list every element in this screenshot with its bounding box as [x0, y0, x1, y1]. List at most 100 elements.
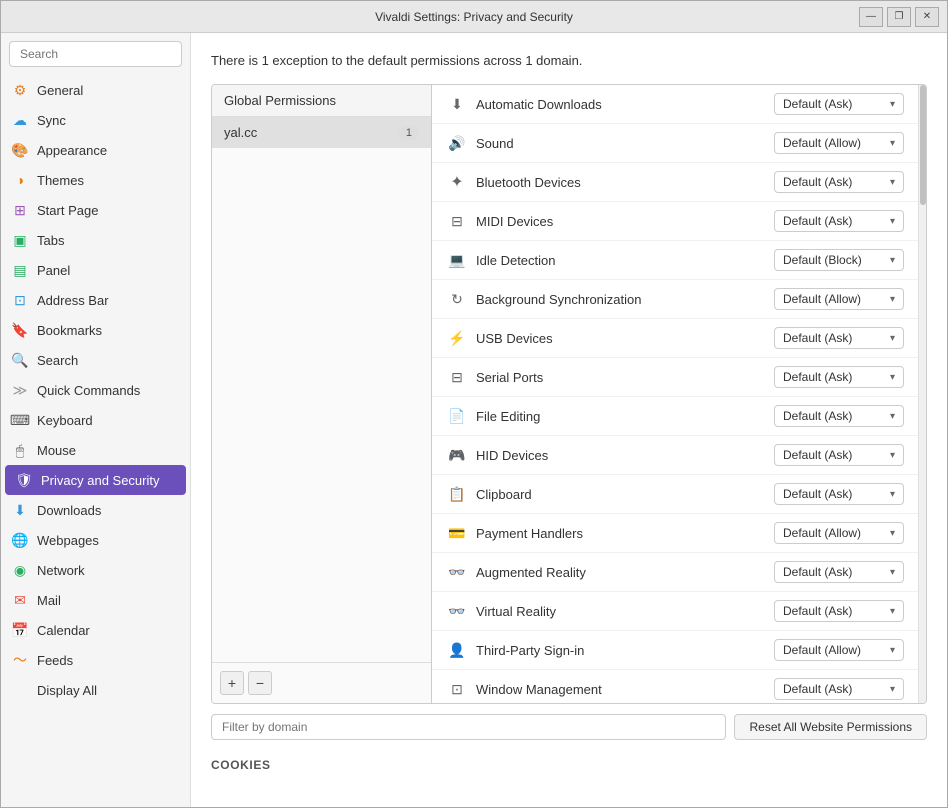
perm-label-clipboard: Clipboard: [476, 487, 774, 502]
perm-dropdown-payment[interactable]: Default (Allow) ▾: [774, 522, 904, 544]
search-icon: 🔍: [11, 351, 29, 369]
perm-label-auto-downloads: Automatic Downloads: [476, 97, 774, 112]
perm-dropdown-third-party-signin[interactable]: Default (Allow) ▾: [774, 639, 904, 661]
bookmarks-icon: 🔖: [11, 321, 29, 339]
perm-row-bluetooth: ✦ Bluetooth Devices Default (Ask) ▾: [432, 163, 918, 202]
perm-dropdown-midi[interactable]: Default (Ask) ▾: [774, 210, 904, 232]
sidebar-item-sync[interactable]: ☁ Sync: [1, 105, 190, 135]
sidebar-item-label: Tabs: [37, 233, 64, 248]
file-editing-icon: 📄: [446, 408, 468, 425]
network-icon: ◉: [11, 561, 29, 579]
perm-row-hid: 🎮 HID Devices Default (Ask) ▾: [432, 436, 918, 475]
sidebar-item-display-all[interactable]: Display All: [1, 675, 190, 705]
perm-dropdown-ar[interactable]: Default (Ask) ▾: [774, 561, 904, 583]
perm-dropdown-serial[interactable]: Default (Ask) ▾: [774, 366, 904, 388]
midi-icon: ⊟: [446, 213, 468, 230]
domain-item-yal[interactable]: yal.cc 1: [212, 117, 431, 148]
perm-dropdown-background-sync[interactable]: Default (Allow) ▾: [774, 288, 904, 310]
domain-name: yal.cc: [224, 125, 257, 140]
sidebar-item-label: Keyboard: [37, 413, 93, 428]
perm-dropdown-clipboard[interactable]: Default (Ask) ▾: [774, 483, 904, 505]
sidebar-item-downloads[interactable]: ⬇ Downloads: [1, 495, 190, 525]
perm-dropdown-auto-downloads[interactable]: Default (Ask) ▾: [774, 93, 904, 115]
perm-dropdown-hid[interactable]: Default (Ask) ▾: [774, 444, 904, 466]
perm-row-sound: 🔊 Sound Default (Allow) ▾: [432, 124, 918, 163]
reset-permissions-button[interactable]: Reset All Website Permissions: [734, 714, 927, 740]
sidebar-item-quick-commands[interactable]: ≫ Quick Commands: [1, 375, 190, 405]
close-button[interactable]: ✕: [915, 7, 939, 27]
webpages-icon: 🌐: [11, 531, 29, 549]
scrollbar-track[interactable]: [918, 85, 926, 703]
sync-icon: ☁: [11, 111, 29, 129]
perm-row-ar: 👓 Augmented Reality Default (Ask) ▾: [432, 553, 918, 592]
perm-row-clipboard: 📋 Clipboard Default (Ask) ▾: [432, 475, 918, 514]
dropdown-arrow: ▾: [890, 684, 895, 695]
sidebar-item-panel[interactable]: ▤ Panel: [1, 255, 190, 285]
sidebar-item-bookmarks[interactable]: 🔖 Bookmarks: [1, 315, 190, 345]
dropdown-arrow: ▾: [890, 567, 895, 578]
start-page-icon: ⊞: [11, 201, 29, 219]
sidebar-item-start-page[interactable]: ⊞ Start Page: [1, 195, 190, 225]
permissions-panel: Global Permissions yal.cc 1 + − ⬇: [211, 84, 927, 704]
perm-label-idle-detection: Idle Detection: [476, 253, 774, 268]
filter-input[interactable]: [211, 714, 726, 740]
perm-dropdown-sound[interactable]: Default (Allow) ▾: [774, 132, 904, 154]
payment-icon: 💳: [446, 525, 468, 542]
perm-dropdown-usb[interactable]: Default (Ask) ▾: [774, 327, 904, 349]
sidebar-item-address-bar[interactable]: ⊡ Address Bar: [1, 285, 190, 315]
quick-commands-icon: ≫: [11, 381, 29, 399]
dropdown-arrow: ▾: [890, 255, 895, 266]
perm-row-background-sync: ↻ Background Synchronization Default (Al…: [432, 280, 918, 319]
sidebar-item-webpages[interactable]: 🌐 Webpages: [1, 525, 190, 555]
perm-dropdown-window-mgmt[interactable]: Default (Ask) ▾: [774, 678, 904, 700]
window-mgmt-icon: ⊡: [446, 681, 468, 698]
sidebar-item-label: Downloads: [37, 503, 101, 518]
sidebar-item-tabs[interactable]: ▣ Tabs: [1, 225, 190, 255]
perm-row-file-editing: 📄 File Editing Default (Ask) ▾: [432, 397, 918, 436]
sidebar-item-mouse[interactable]: 🖱 Mouse: [1, 435, 190, 465]
perm-dropdown-idle-detection[interactable]: Default (Block) ▾: [774, 249, 904, 271]
perm-dropdown-file-editing[interactable]: Default (Ask) ▾: [774, 405, 904, 427]
bluetooth-icon: ✦: [446, 172, 468, 192]
perm-dropdown-vr[interactable]: Default (Ask) ▾: [774, 600, 904, 622]
scrollbar-thumb[interactable]: [920, 85, 926, 205]
appearance-icon: 🎨: [11, 141, 29, 159]
sidebar-item-label: Panel: [37, 263, 70, 278]
sidebar-item-search[interactable]: 🔍 Search: [1, 345, 190, 375]
sidebar-item-network[interactable]: ◉ Network: [1, 555, 190, 585]
sidebar-item-privacy-security[interactable]: 🛡 Privacy and Security: [5, 465, 186, 495]
sidebar-item-general[interactable]: ⚙ General: [1, 75, 190, 105]
search-input[interactable]: [9, 41, 182, 67]
dropdown-arrow: ▾: [890, 294, 895, 305]
dropdown-arrow: ▾: [890, 411, 895, 422]
perm-dropdown-bluetooth[interactable]: Default (Ask) ▾: [774, 171, 904, 193]
perm-row-idle-detection: 💻 Idle Detection Default (Block) ▾: [432, 241, 918, 280]
perm-row-payment: 💳 Payment Handlers Default (Allow) ▾: [432, 514, 918, 553]
sidebar-item-calendar[interactable]: 📅 Calendar: [1, 615, 190, 645]
sidebar-item-label: Sync: [37, 113, 66, 128]
perm-label-ar: Augmented Reality: [476, 565, 774, 580]
perm-row-vr: 👓 Virtual Reality Default (Ask) ▾: [432, 592, 918, 631]
sidebar-item-themes[interactable]: ◑ Themes: [1, 165, 190, 195]
dropdown-arrow: ▾: [890, 489, 895, 500]
sidebar-item-appearance[interactable]: 🎨 Appearance: [1, 135, 190, 165]
maximize-button[interactable]: ❐: [887, 7, 911, 27]
themes-icon: ◑: [11, 171, 29, 189]
minimize-button[interactable]: —: [859, 7, 883, 27]
perm-label-window-mgmt: Window Management: [476, 682, 774, 697]
sidebar-item-label: Network: [37, 563, 85, 578]
usb-icon: ⚡: [446, 330, 468, 347]
perm-row-third-party-signin: 👤 Third-Party Sign-in Default (Allow) ▾: [432, 631, 918, 670]
app-window: Vivaldi Settings: Privacy and Security —…: [0, 0, 948, 808]
dropdown-arrow: ▾: [890, 645, 895, 656]
sidebar-item-feeds[interactable]: 〜 Feeds: [1, 645, 190, 675]
add-domain-button[interactable]: +: [220, 671, 244, 695]
domain-badge: 1: [399, 126, 419, 140]
perm-label-sound: Sound: [476, 136, 774, 151]
remove-domain-button[interactable]: −: [248, 671, 272, 695]
tabs-icon: ▣: [11, 231, 29, 249]
sidebar-item-mail[interactable]: ✉ Mail: [1, 585, 190, 615]
sidebar-item-keyboard[interactable]: ⌨ Keyboard: [1, 405, 190, 435]
sidebar-item-label: Start Page: [37, 203, 98, 218]
sidebar-item-label: Mouse: [37, 443, 76, 458]
